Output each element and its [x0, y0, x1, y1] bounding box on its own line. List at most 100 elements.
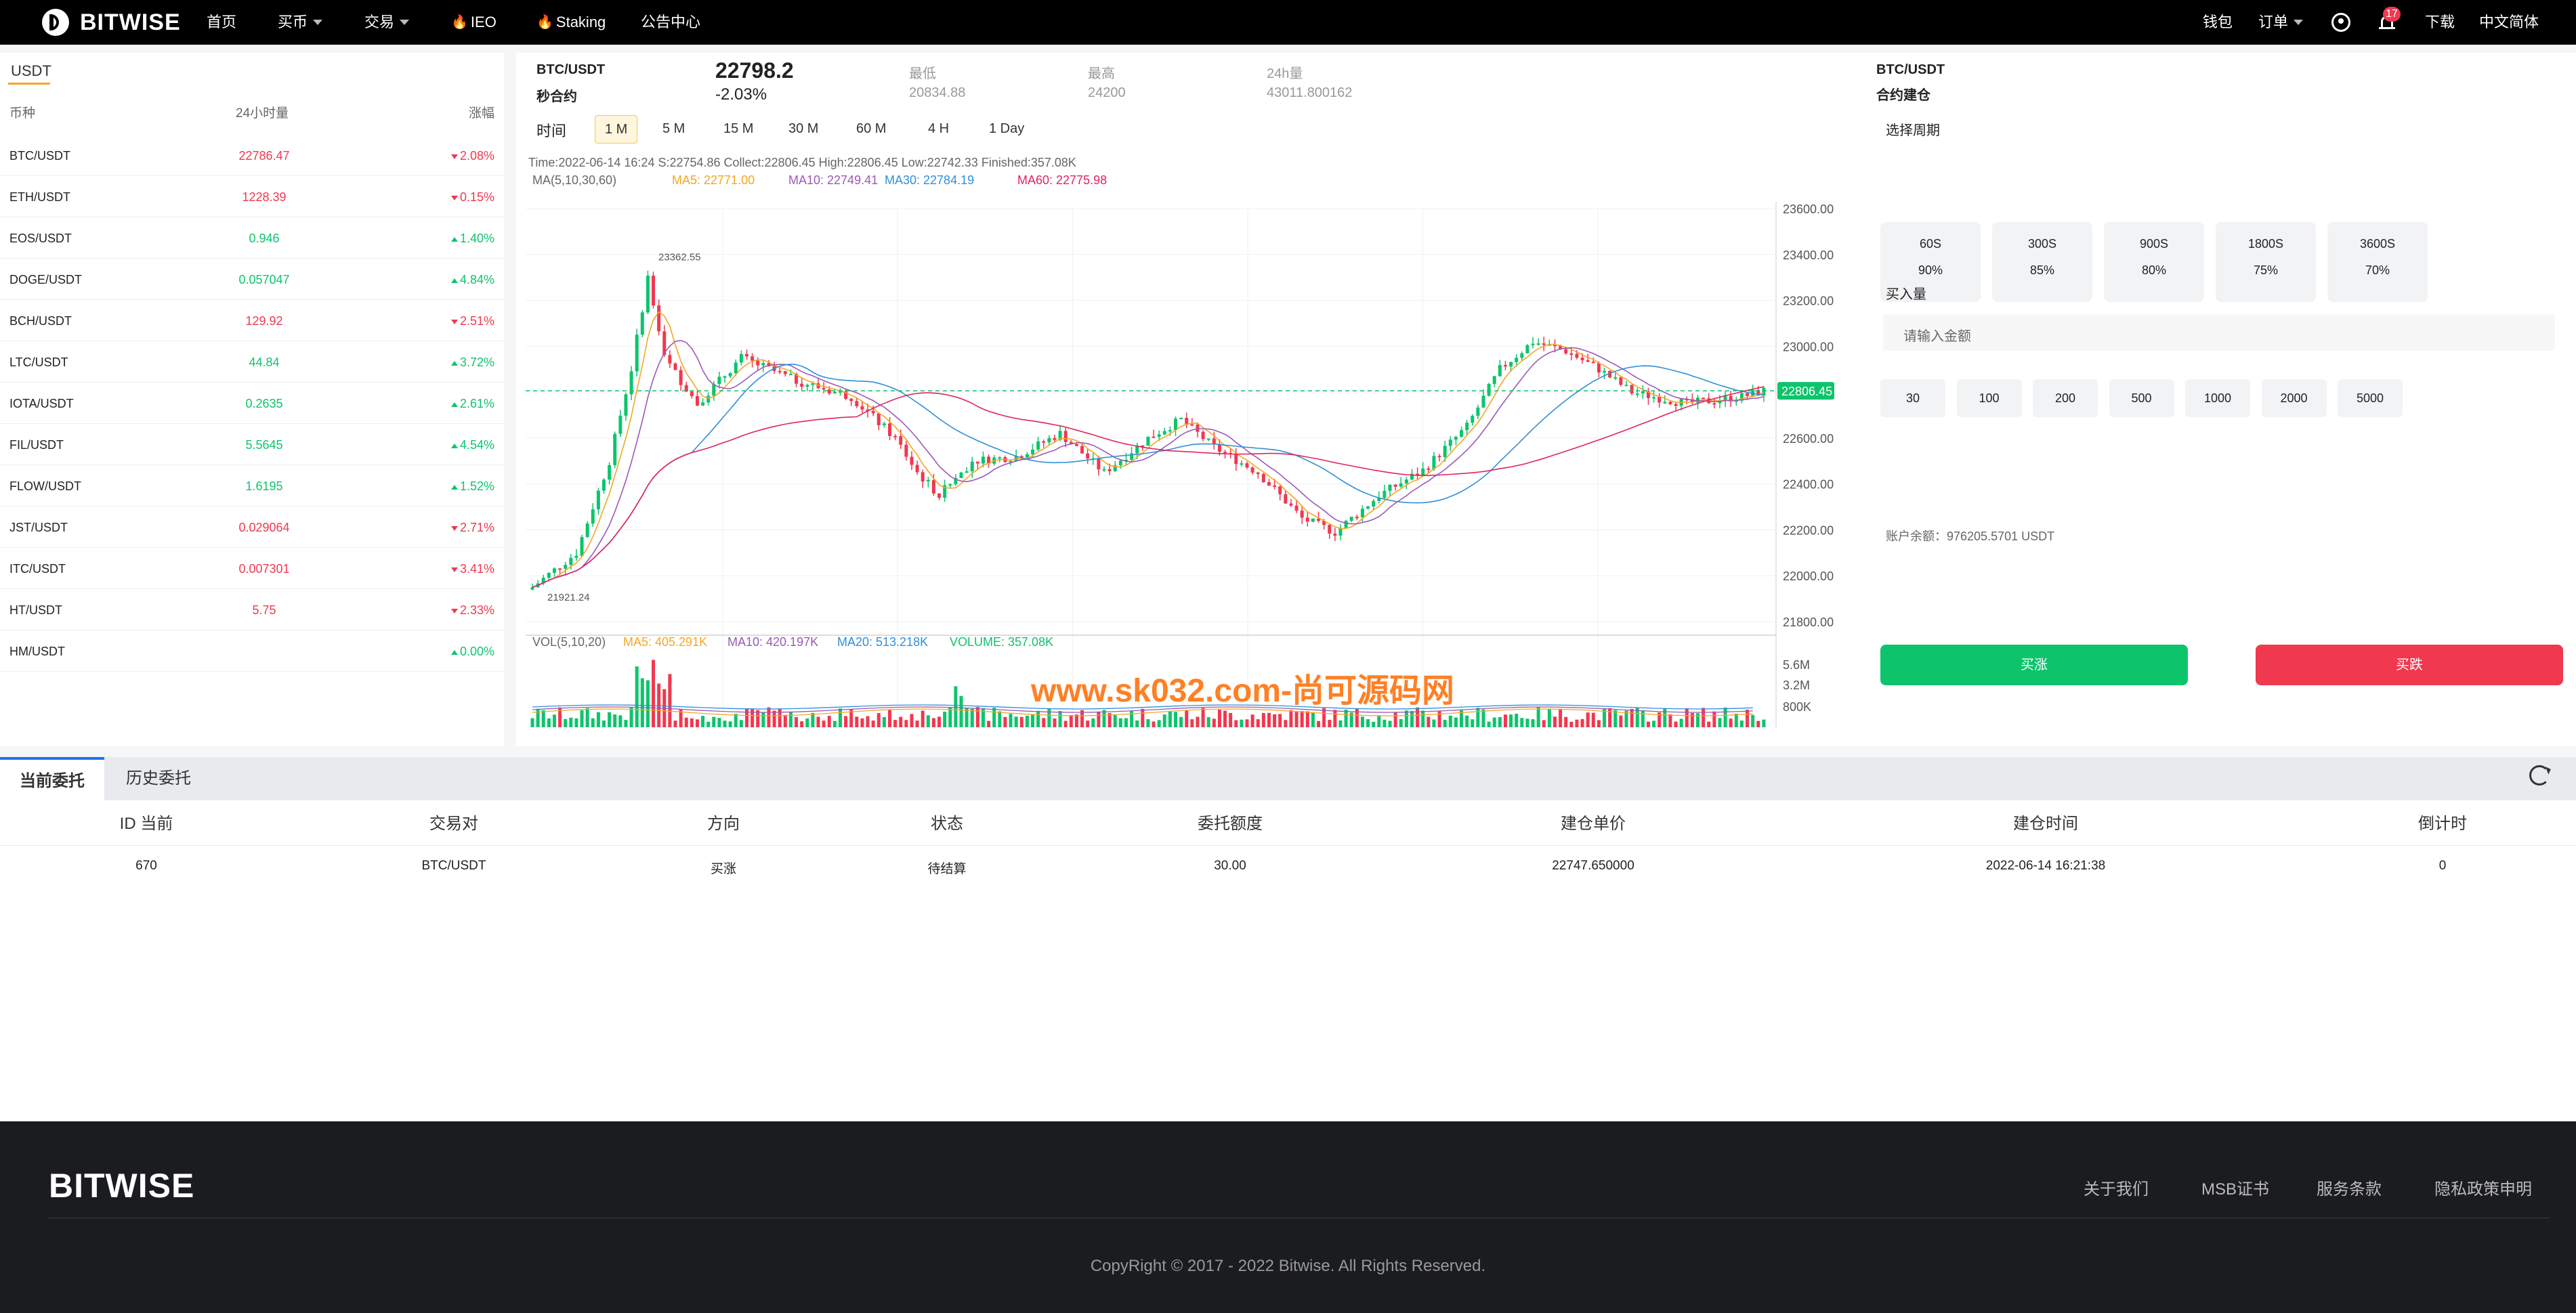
nav-item-2[interactable]: 交易	[364, 0, 410, 45]
market-row[interactable]: HT/USDT 5.75 2.33%	[0, 588, 504, 630]
volume-bar	[1273, 714, 1277, 727]
volume-bar	[1322, 708, 1326, 727]
volume-bar	[1668, 714, 1672, 727]
candle-body	[1240, 463, 1244, 465]
market-pair: JST/USDT	[9, 521, 68, 534]
timeframe-1m[interactable]: 1 M	[595, 115, 638, 144]
buy-down-button[interactable]: 买跌	[2256, 645, 2563, 685]
vol-ma5-legend: MA5: 405.291K	[623, 635, 707, 649]
period-option[interactable]: 300S 85%	[1992, 222, 2092, 302]
nav-item-5[interactable]: 公告中心	[641, 0, 700, 45]
amount-option[interactable]: 30	[1880, 379, 1945, 417]
refresh-icon[interactable]	[2529, 765, 2550, 785]
nav-orders[interactable]: 订单	[2258, 0, 2304, 45]
candle-body	[1333, 533, 1337, 536]
amount-option[interactable]: 5000	[2338, 379, 2403, 417]
volume-bar	[1042, 718, 1046, 727]
candle-body	[739, 353, 743, 363]
period-option[interactable]: 900S 80%	[2104, 222, 2204, 302]
volume-bar	[602, 720, 606, 727]
tab-current-orders[interactable]: 当前委托	[0, 757, 104, 800]
vol-ma10-legend: MA10: 420.197K	[727, 635, 818, 649]
timeframe-60m[interactable]: 60 M	[847, 115, 895, 142]
volume-bar	[1328, 720, 1332, 727]
nav-language[interactable]: 中文简体	[2479, 0, 2539, 45]
market-row[interactable]: EOS/USDT 0.946 1.40%	[0, 217, 504, 259]
amount-input[interactable]: 请输入金额	[1883, 314, 2555, 351]
footer-logo[interactable]: BITWISE	[49, 1166, 194, 1205]
candle-body	[1536, 343, 1540, 345]
candle-body	[564, 565, 568, 569]
market-row[interactable]: BCH/USDT 129.92 2.51%	[0, 299, 504, 341]
footer-link[interactable]: MSB证书	[2201, 1176, 2269, 1199]
nav-download[interactable]: 下载	[2425, 0, 2455, 45]
candle-body	[1053, 438, 1057, 440]
nav-item-1[interactable]: 买币	[278, 0, 323, 45]
ticker-low: 20834.88	[909, 85, 966, 100]
market-change: 2.33%	[450, 603, 494, 618]
nav-account[interactable]	[2331, 0, 2350, 45]
footer-link[interactable]: 关于我们	[2084, 1176, 2149, 1199]
volume-bar	[1124, 718, 1128, 727]
candle-body	[1250, 467, 1254, 473]
market-volume: 5.75	[252, 603, 276, 617]
volume-bar	[547, 718, 551, 727]
volume-bar	[767, 707, 771, 727]
market-row[interactable]: ETH/USDT 1228.39 0.15%	[0, 175, 504, 217]
amount-option[interactable]: 500	[2109, 379, 2174, 417]
market-row[interactable]: BTC/USDT 22786.47 2.08%	[0, 134, 504, 176]
footer-link[interactable]: 服务条款	[2317, 1176, 2382, 1199]
market-row[interactable]: HM/USDT 0.00%	[0, 630, 504, 672]
volume-bar	[1234, 720, 1238, 727]
amount-option[interactable]: 200	[2033, 379, 2098, 417]
candle-body	[1515, 358, 1519, 362]
candle-body	[877, 413, 881, 425]
ma-line	[532, 339, 1765, 588]
orders-header: 方向	[707, 815, 740, 833]
nav-item-3[interactable]: 🔥 IEO	[451, 0, 497, 45]
y-tick-label: 23400.00	[1783, 249, 1834, 262]
arrow-up-icon	[450, 650, 458, 655]
tab-history-orders[interactable]: 历史委托	[126, 757, 191, 800]
timeframe-4h[interactable]: 4 H	[919, 115, 958, 142]
volume-bar	[816, 716, 820, 727]
market-row[interactable]: FLOW/USDT 1.6195 1.52%	[0, 465, 504, 507]
amount-option[interactable]: 1000	[2185, 379, 2250, 417]
market-change-value: 2.51%	[459, 314, 494, 328]
timeframe-5m[interactable]: 5 M	[653, 115, 694, 142]
nav-item-label: 买币	[278, 14, 308, 30]
candle-body	[1256, 472, 1260, 474]
volume-bar	[795, 717, 799, 727]
market-tab-usdt[interactable]: USDT	[11, 62, 51, 80]
footer-link[interactable]: 隐私政策申明	[2434, 1176, 2532, 1199]
timeframe-15m[interactable]: 15 M	[714, 115, 763, 142]
period-option[interactable]: 1800S 75%	[2216, 222, 2316, 302]
market-change-value: 4.84%	[459, 273, 494, 286]
candle-body	[1284, 494, 1288, 504]
volume-bar	[1097, 711, 1101, 727]
market-row[interactable]: LTC/USDT 44.84 3.72%	[0, 341, 504, 383]
nav-item-0[interactable]: 首页	[207, 0, 236, 45]
amount-option[interactable]: 100	[1956, 379, 2022, 417]
candle-body	[1267, 482, 1271, 486]
market-row[interactable]: FIL/USDT 5.5645 4.54%	[0, 423, 504, 465]
ma-line	[532, 363, 1764, 588]
brand-logo[interactable]: BITWISE	[42, 5, 181, 39]
amount-option[interactable]: 2000	[2261, 379, 2327, 417]
orders-header: 交易对	[429, 815, 478, 833]
timeframe-30m[interactable]: 30 M	[779, 115, 828, 142]
buy-up-button[interactable]: 买涨	[1880, 645, 2188, 685]
market-row[interactable]: ITC/USDT 0.007301 3.41%	[0, 547, 504, 589]
nav-item-4[interactable]: 🔥 Staking	[536, 0, 606, 45]
market-header-volume: 24小时量	[236, 106, 289, 121]
market-row[interactable]: JST/USDT 0.029064 2.71%	[0, 506, 504, 548]
volume-bar	[855, 716, 859, 727]
nav-wallet[interactable]: 钱包	[2203, 0, 2233, 45]
timeframe-1day[interactable]: 1 Day	[979, 115, 1034, 142]
period-option[interactable]: 3600S 70%	[2327, 222, 2428, 302]
volume-bar	[1569, 721, 1574, 727]
kline-chart[interactable]: 23600.0023400.0023200.0023000.0022800.00…	[516, 154, 1874, 730]
market-row[interactable]: IOTA/USDT 0.2635 2.61%	[0, 382, 504, 424]
market-row[interactable]: DOGE/USDT 0.057047 4.84%	[0, 258, 504, 300]
period-time: 3600S	[2359, 237, 2396, 251]
